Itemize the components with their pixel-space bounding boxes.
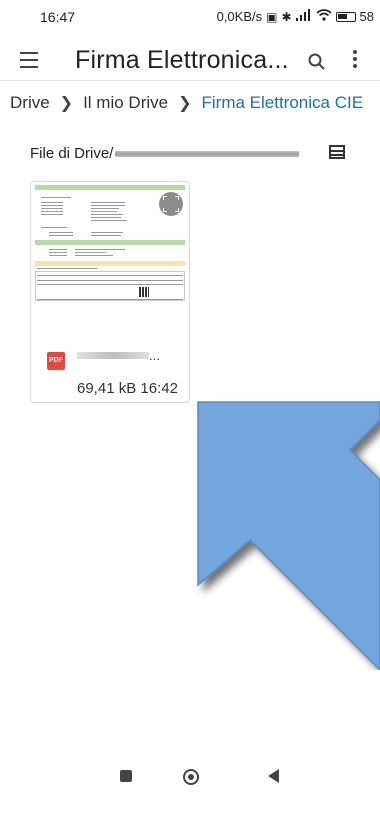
- recent-apps-button[interactable]: [120, 770, 132, 782]
- file-size: 69,41 kB: [77, 380, 137, 397]
- status-bar: 16:47 0,0KB/s ▣ ✱ 58: [0, 0, 380, 34]
- status-time: 16:47: [40, 9, 76, 25]
- network-speed: 0,0KB/s: [216, 9, 263, 24]
- bluetooth-icon: ✱: [281, 9, 292, 24]
- expand-icon: [159, 192, 183, 216]
- pdf-icon: PDF: [47, 352, 65, 370]
- file-time: 16:42: [140, 380, 178, 397]
- toolbar-divider: [0, 80, 380, 81]
- status-icons: 0,0KB/s ▣ ✱ 58: [217, 9, 374, 24]
- document-preview: [35, 185, 185, 301]
- breadcrumb-current-folder[interactable]: Firma Elettronica CIE: [202, 93, 364, 113]
- home-button[interactable]: [183, 769, 199, 785]
- file-name-ellipsis: ...: [149, 348, 160, 363]
- redacted-path: [115, 150, 300, 157]
- arrow-pointer-icon: [197, 401, 380, 670]
- file-thumbnail: [31, 182, 189, 340]
- breadcrumb: Drive ❯ Il mio Drive ❯ Firma Elettronica…: [10, 92, 363, 114]
- wifi-icon: [316, 9, 332, 24]
- toolbar: Firma Elettronica...: [0, 40, 380, 84]
- file-meta: PDF ... 69,41 kB 16:42: [31, 346, 189, 402]
- list-view-icon[interactable]: [329, 145, 345, 159]
- chevron-right-icon: ❯: [59, 95, 74, 112]
- breadcrumb-drive[interactable]: Drive: [10, 93, 50, 113]
- nfc-icon: ▣: [266, 9, 278, 24]
- battery-percent: 58: [359, 9, 374, 24]
- breadcrumb-my-drive[interactable]: Il mio Drive: [83, 93, 168, 113]
- search-icon[interactable]: [307, 52, 327, 72]
- section-header: File di Drive/: [30, 145, 300, 162]
- section-label: File di Drive/: [30, 145, 114, 162]
- menu-icon[interactable]: [20, 52, 38, 68]
- redacted-file-name: [77, 352, 149, 359]
- page-title: Firma Elettronica...: [75, 46, 289, 74]
- battery-icon: [335, 11, 356, 22]
- back-button[interactable]: [268, 769, 279, 783]
- file-card[interactable]: PDF ... 69,41 kB 16:42: [30, 181, 190, 403]
- file-info: 69,41 kB 16:42: [77, 380, 178, 397]
- signal-icon: [295, 9, 312, 24]
- more-options-icon[interactable]: [350, 50, 360, 72]
- chevron-right-icon: ❯: [178, 95, 192, 112]
